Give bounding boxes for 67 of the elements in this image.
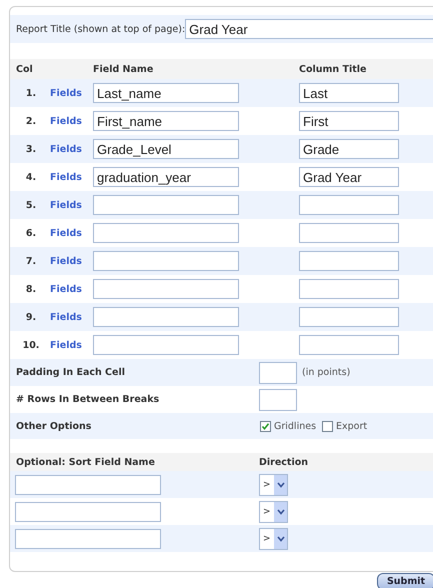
column-title-field[interactable] bbox=[299, 279, 399, 299]
sort-field[interactable] bbox=[15, 474, 161, 494]
column-header: Col bbox=[16, 64, 34, 74]
field-name-field[interactable] bbox=[93, 307, 239, 327]
direction-select[interactable]: > bbox=[259, 528, 288, 550]
field-name-field[interactable]: First_name bbox=[93, 111, 239, 131]
row-number: 4. bbox=[24, 172, 38, 182]
row-number: 6. bbox=[24, 228, 38, 238]
field-name-field[interactable] bbox=[93, 195, 239, 215]
direction-select[interactable]: > bbox=[259, 474, 288, 496]
checkbox[interactable] bbox=[322, 420, 334, 432]
fields-link[interactable]: Fields bbox=[46, 144, 93, 154]
column-title-field[interactable] bbox=[299, 251, 399, 271]
column-title-field[interactable]: Grade bbox=[299, 139, 399, 159]
column-header: Optional: Sort Field Name bbox=[16, 456, 156, 468]
column-title-field[interactable]: Grad Year bbox=[299, 167, 399, 187]
padding-field[interactable] bbox=[259, 362, 297, 384]
row-number: 5. bbox=[24, 200, 38, 210]
fields-link[interactable]: Fields bbox=[46, 116, 93, 126]
checkbox-label: Gridlines bbox=[274, 420, 316, 432]
field-name-field[interactable] bbox=[93, 251, 239, 271]
chevron-down-icon bbox=[274, 528, 287, 548]
checkbox-label: Export bbox=[336, 420, 368, 432]
sort-field[interactable] bbox=[15, 528, 161, 548]
report-title-field[interactable]: Grad Year bbox=[185, 19, 433, 39]
field-name-field[interactable]: graduation_year bbox=[93, 167, 239, 187]
chevron-down-icon bbox=[274, 502, 287, 522]
field-name-field[interactable]: Last_name bbox=[93, 83, 239, 103]
column-title-field[interactable] bbox=[299, 335, 399, 355]
row-number: 7. bbox=[24, 256, 38, 266]
submit-button[interactable]: Submit bbox=[377, 573, 433, 588]
row-number: 8. bbox=[24, 284, 38, 294]
field-name-field[interactable] bbox=[93, 279, 239, 299]
fields-link[interactable]: Fields bbox=[46, 228, 93, 238]
column-header: Direction bbox=[259, 456, 308, 468]
option-label: Other Options bbox=[16, 420, 92, 432]
column-header: Column Title bbox=[299, 64, 366, 74]
fields-link[interactable]: Fields bbox=[46, 312, 93, 322]
column-title-field[interactable] bbox=[299, 307, 399, 327]
fields-link[interactable]: Fields bbox=[46, 88, 93, 98]
row-number: 3. bbox=[24, 144, 38, 154]
option-label: # Rows In Between Breaks bbox=[16, 394, 160, 405]
field-name-field[interactable] bbox=[93, 335, 239, 355]
fields-link[interactable]: Fields bbox=[46, 284, 93, 294]
column-title-field[interactable]: First bbox=[299, 111, 399, 131]
sort-field[interactable] bbox=[15, 502, 161, 522]
rows-between-breaks-field[interactable] bbox=[259, 388, 297, 410]
column-title-field[interactable]: Last bbox=[299, 83, 399, 103]
column-title-field[interactable] bbox=[299, 223, 399, 243]
direction-select[interactable]: > bbox=[259, 500, 288, 522]
unit-label: (in points) bbox=[302, 367, 350, 378]
fields-link[interactable]: Fields bbox=[46, 200, 93, 210]
row-number: 10. bbox=[22, 340, 40, 350]
row-number: 9. bbox=[24, 312, 38, 322]
field-name-field[interactable]: Grade_Level bbox=[93, 139, 239, 159]
row-number: 2. bbox=[24, 116, 38, 126]
column-title-field[interactable] bbox=[299, 195, 399, 215]
fields-link[interactable]: Fields bbox=[46, 340, 93, 350]
column-header: Field Name bbox=[93, 64, 154, 74]
fields-link[interactable]: Fields bbox=[46, 256, 93, 266]
checkbox[interactable] bbox=[260, 420, 271, 432]
fields-link[interactable]: Fields bbox=[46, 172, 93, 182]
row-number: 1. bbox=[24, 88, 38, 98]
field-name-field[interactable] bbox=[93, 223, 239, 243]
report-title-label: Report Title (shown at top of page): bbox=[16, 24, 186, 34]
chevron-down-icon bbox=[274, 474, 287, 494]
option-label: Padding In Each Cell bbox=[16, 367, 126, 378]
